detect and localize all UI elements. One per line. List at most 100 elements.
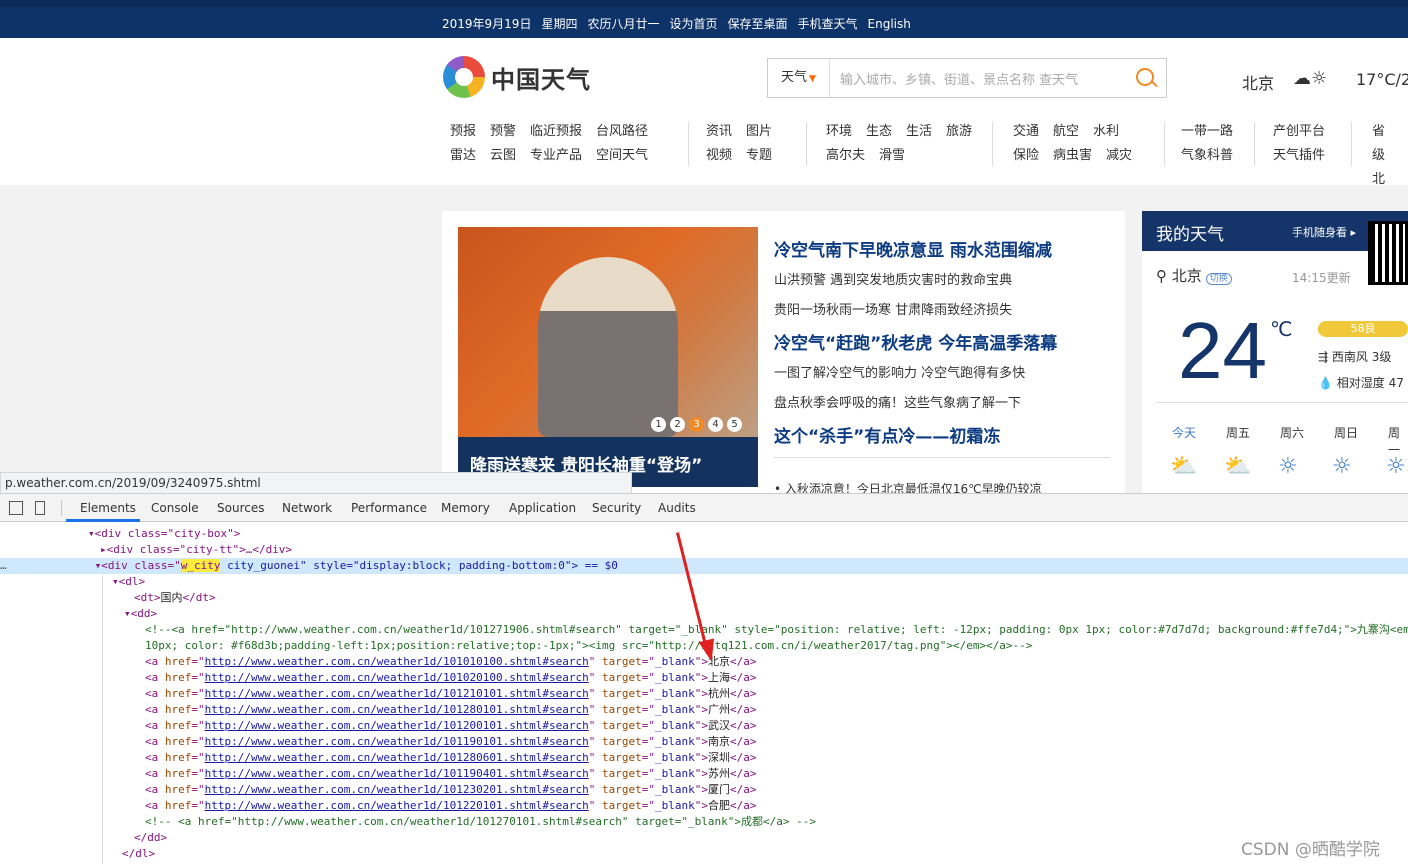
nav-link[interactable]: 旅游: [946, 120, 972, 144]
news-item-1[interactable]: 山洪预警 遇到突发地质灾害时的救命宝典: [774, 269, 1012, 288]
link-node[interactable]: <a href="http://www.weather.com.cn/weath…: [145, 750, 756, 766]
switch-city-button[interactable]: 切换: [1205, 273, 1232, 285]
nav-link[interactable]: 专业产品: [530, 144, 582, 168]
top-bar-item[interactable]: English: [868, 17, 911, 31]
node-href[interactable]: http://www.weather.com.cn/weather1d/1010…: [205, 671, 589, 684]
site-logo[interactable]: 中国天气: [443, 56, 591, 98]
inspect-element-icon[interactable]: [9, 501, 23, 515]
top-bar-item[interactable]: 手机查天气: [798, 17, 858, 31]
mobile-link[interactable]: 手机随身看 ▸: [1292, 224, 1356, 240]
tab-elements[interactable]: Elements: [80, 501, 136, 515]
comment-line-1[interactable]: <!--<a href="http://www.weather.com.cn/w…: [145, 622, 1408, 638]
news-item-4[interactable]: 盘点秋季会呼吸的痛！这些气象病了解一下: [774, 392, 1021, 411]
node-href[interactable]: http://www.weather.com.cn/weather1d/1012…: [205, 799, 589, 812]
tab-performance[interactable]: Performance: [351, 501, 427, 515]
tab-application[interactable]: Application: [509, 501, 576, 515]
forecast-day[interactable]: 今天: [1172, 424, 1196, 441]
node-href[interactable]: http://www.weather.com.cn/weather1d/1011…: [205, 767, 589, 780]
nav-link[interactable]: 省级: [1372, 120, 1394, 168]
comment-line-chengdu[interactable]: <!-- <a href="http://www.weather.com.cn/…: [145, 814, 816, 830]
link-node[interactable]: <a href="http://www.weather.com.cn/weath…: [145, 734, 756, 750]
forecast-day[interactable]: 周一: [1388, 424, 1408, 458]
slide-dot[interactable]: 2: [670, 417, 685, 432]
tab-console[interactable]: Console: [151, 501, 199, 515]
node-city-box[interactable]: ▾<div class="city-box">: [88, 526, 240, 542]
slide-dot[interactable]: 3: [689, 417, 704, 432]
aqi-badge[interactable]: 58良: [1318, 321, 1408, 337]
link-node[interactable]: <a href="http://www.weather.com.cn/weath…: [145, 782, 756, 798]
nav-link[interactable]: 交通: [1013, 120, 1039, 144]
forecast-day[interactable]: 周五: [1226, 424, 1250, 441]
nav-link[interactable]: 滑雪: [879, 144, 905, 168]
search-icon[interactable]: [1126, 59, 1166, 97]
nav-link[interactable]: 产创平台: [1273, 120, 1325, 144]
nav-link[interactable]: 航空: [1053, 120, 1079, 144]
node-city-tt[interactable]: ▸<div class="city-tt">…</div>: [100, 542, 292, 558]
nav-link[interactable]: 视频: [706, 144, 732, 168]
tab-security[interactable]: Security: [592, 501, 641, 515]
link-node[interactable]: <a href="http://www.weather.com.cn/weath…: [145, 702, 756, 718]
news-headline-1[interactable]: 冷空气南下早晚凉意显 雨水范围缩减: [774, 236, 1052, 261]
nav-link[interactable]: 病虫害: [1053, 144, 1092, 168]
tab-sources[interactable]: Sources: [217, 501, 264, 515]
nav-link[interactable]: 保险: [1013, 144, 1039, 168]
nav-link[interactable]: 台风路径: [596, 120, 648, 144]
nav-link[interactable]: 雷达: [450, 144, 476, 168]
top-bar-item[interactable]: 设为首页: [669, 17, 717, 31]
tab-memory[interactable]: Memory: [441, 501, 490, 515]
node-href[interactable]: http://www.weather.com.cn/weather1d/1012…: [205, 703, 589, 716]
node-href[interactable]: http://www.weather.com.cn/weather1d/1010…: [205, 655, 589, 668]
news-photo[interactable]: 降雨送寒来 贵阳长袖重“登场”: [458, 227, 758, 487]
node-dl-close[interactable]: </dl>: [122, 846, 155, 862]
nav-link[interactable]: 预警: [490, 120, 516, 144]
link-node[interactable]: <a href="http://www.weather.com.cn/weath…: [145, 670, 756, 686]
link-node[interactable]: <a href="http://www.weather.com.cn/weath…: [145, 766, 756, 782]
news-item-3[interactable]: 一图了解冷空气的影响力 冷空气跑得有多快: [774, 362, 1025, 381]
link-node[interactable]: <a href="http://www.weather.com.cn/weath…: [145, 686, 756, 702]
node-href[interactable]: http://www.weather.com.cn/weather1d/1012…: [205, 687, 589, 700]
nav-link[interactable]: 气象科普: [1181, 144, 1233, 168]
node-href[interactable]: http://www.weather.com.cn/weather1d/1012…: [205, 783, 589, 796]
search-input[interactable]: 输入城市、乡镇、街道、景点名称 查天气: [830, 69, 1126, 88]
nav-link[interactable]: 生活: [906, 120, 932, 144]
news-item-2[interactable]: 贵阳一场秋雨一场寒 甘肃降雨致经济损失: [774, 299, 1012, 318]
node-dl[interactable]: ▾<dl>: [112, 574, 145, 590]
nav-link[interactable]: 空间天气: [596, 144, 648, 168]
nav-link[interactable]: 天气插件: [1273, 144, 1325, 168]
nav-link[interactable]: 图片: [746, 120, 772, 144]
nav-link[interactable]: 云图: [490, 144, 516, 168]
link-node[interactable]: <a href="http://www.weather.com.cn/weath…: [145, 718, 756, 734]
node-w-city[interactable]: … ▾<div class="w_city city_guonei" style=…: [0, 558, 618, 574]
nav-link[interactable]: 一带一路: [1181, 120, 1233, 144]
comment-line-2[interactable]: 10px; color: #f68d3b;padding-left:1px;po…: [145, 638, 1032, 654]
search-type-select[interactable]: 天气 ▼: [768, 59, 830, 97]
node-dd[interactable]: ▾<dd>: [124, 606, 157, 622]
news-headline-3[interactable]: 这个“杀手”有点冷——初霜冻: [774, 422, 1000, 447]
node-href[interactable]: http://www.weather.com.cn/weather1d/1012…: [205, 719, 589, 732]
slide-dot[interactable]: 1: [651, 417, 666, 432]
top-bar-item[interactable]: 保存至桌面: [728, 17, 788, 31]
nav-link[interactable]: 高尔夫: [826, 144, 865, 168]
nav-link[interactable]: 预报: [450, 120, 476, 144]
news-headline-2[interactable]: 冷空气“赶跑”秋老虎 今年高温季落幕: [774, 329, 1057, 354]
tab-network[interactable]: Network: [282, 501, 332, 515]
node-href[interactable]: http://www.weather.com.cn/weather1d/1012…: [205, 751, 589, 764]
header-city[interactable]: 北京: [1242, 70, 1274, 94]
tab-audits[interactable]: Audits: [658, 501, 696, 515]
nav-link[interactable]: 专题: [746, 144, 772, 168]
nav-link[interactable]: 水利: [1093, 120, 1119, 144]
nav-link[interactable]: 资讯: [706, 120, 732, 144]
nav-link[interactable]: 生态: [866, 120, 892, 144]
slide-dot[interactable]: 4: [708, 417, 723, 432]
link-node[interactable]: <a href="http://www.weather.com.cn/weath…: [145, 798, 756, 814]
node-dd-close[interactable]: </dd>: [134, 830, 167, 846]
nav-link[interactable]: 临近预报: [530, 120, 582, 144]
device-toolbar-icon[interactable]: [35, 501, 45, 515]
node-dt[interactable]: <dt>国内</dt>: [134, 590, 216, 606]
nav-link[interactable]: 减灾: [1106, 144, 1132, 168]
link-node[interactable]: <a href="http://www.weather.com.cn/weath…: [145, 654, 756, 670]
node-href[interactable]: http://www.weather.com.cn/weather1d/1011…: [205, 735, 589, 748]
forecast-day[interactable]: 周六: [1280, 424, 1304, 441]
forecast-day[interactable]: 周日: [1334, 424, 1358, 441]
slide-dot[interactable]: 5: [727, 417, 742, 432]
